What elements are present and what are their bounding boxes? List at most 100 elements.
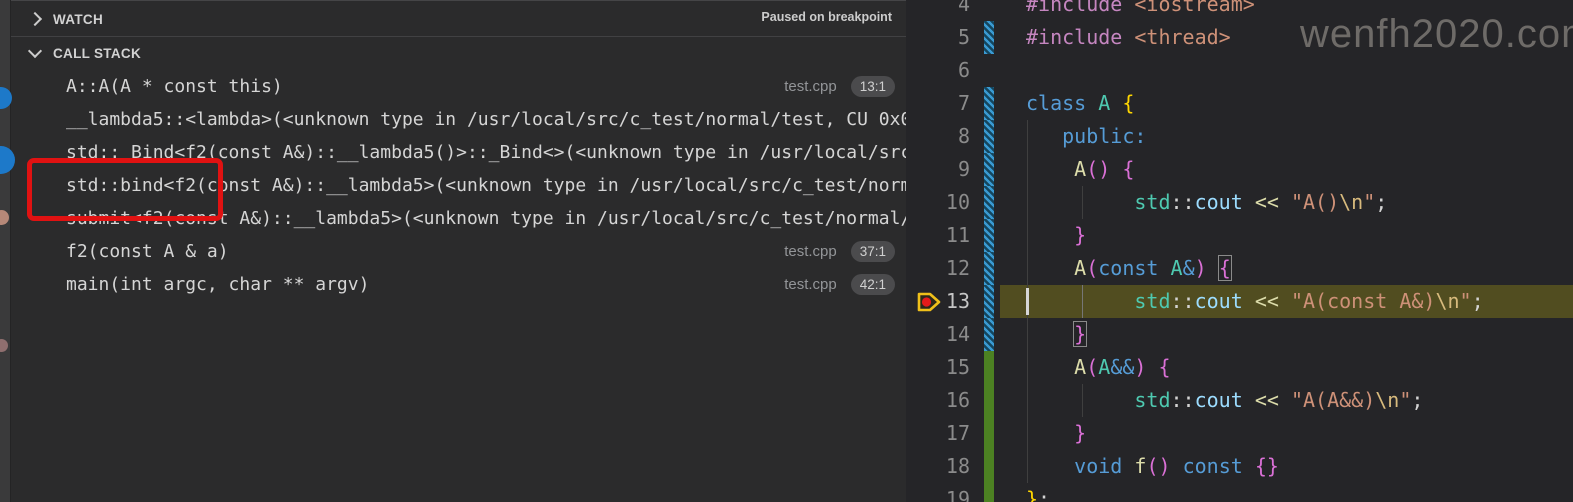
code-editor[interactable]: wenfh2020.com 4#include <iostream>5#incl… [906, 0, 1573, 502]
code-token: "A() [1291, 190, 1339, 214]
code-token [1026, 124, 1062, 148]
code-token: f [1134, 454, 1146, 478]
cropped-tan-icon [0, 339, 8, 352]
code-token: #include [1026, 0, 1122, 16]
code-token [1026, 322, 1074, 346]
frame-name: __lambda5::<lambda>(<unknown type in /us… [66, 103, 906, 136]
code-token: A [1074, 256, 1086, 280]
code-token: void [1074, 454, 1122, 478]
line-number[interactable]: 19 [906, 483, 970, 502]
code-token: std [1134, 289, 1170, 313]
gutter-change-marker-added [984, 351, 994, 384]
code-token [1243, 190, 1255, 214]
code-token: {} [1255, 454, 1279, 478]
line-number[interactable]: 6 [906, 54, 970, 87]
code-token [1026, 421, 1074, 445]
cropped-blue-icon [0, 87, 12, 109]
code-token: ( [1086, 355, 1098, 379]
chevron-down-icon [28, 44, 42, 58]
line-number[interactable]: 5 [906, 21, 970, 54]
frame-name: A::A(A * const this) [66, 70, 283, 103]
line-number[interactable]: 7 [906, 87, 970, 120]
call-stack-frame[interactable]: main(int argc, char ** argv)test.cpp42:1 [10, 268, 906, 301]
code-line[interactable]: } [1000, 318, 1573, 351]
code-token: <thread> [1134, 25, 1230, 49]
code-line[interactable]: std::cout << "A(A&&)\n"; [1000, 384, 1573, 417]
line-number[interactable]: 17 [906, 417, 970, 450]
line-number[interactable]: 12 [906, 252, 970, 285]
debug-breakpoint-hit-icon[interactable] [916, 290, 942, 319]
code-line[interactable]: } [1000, 219, 1573, 252]
frame-location-badge: 37:1 [851, 241, 895, 262]
code-line[interactable]: A(A&&) { [1000, 351, 1573, 384]
gutter-change-marker-modified [984, 219, 994, 252]
code-line[interactable]: class A { [1000, 87, 1573, 120]
code-line[interactable]: } [1000, 417, 1573, 450]
code-token [1122, 454, 1134, 478]
frame-location-badge: 42:1 [851, 274, 895, 295]
code-token: cout [1195, 289, 1243, 313]
call-stack-frame[interactable]: A::A(A * const this)test.cpp13:1 [10, 70, 906, 103]
code-token [1158, 256, 1170, 280]
vscode-debug-screenshot: WATCH CALL STACK Paused on breakpoint A:… [0, 0, 1573, 502]
gutter-change-marker-modified [984, 285, 994, 318]
code-token: std [1134, 388, 1170, 412]
code-token: #include [1026, 25, 1122, 49]
code-line[interactable]: }; [1000, 483, 1573, 502]
code-token: class [1026, 91, 1086, 115]
call-stack-section-header[interactable]: CALL STACK [10, 38, 906, 68]
code-token: A [1074, 157, 1086, 181]
line-number[interactable]: 15 [906, 351, 970, 384]
code-line[interactable]: public: [1000, 120, 1573, 153]
chevron-right-icon [28, 12, 42, 26]
line-number[interactable]: 10 [906, 186, 970, 219]
code-token: cout [1195, 388, 1243, 412]
code-token: " [1363, 190, 1375, 214]
code-line[interactable] [1000, 54, 1573, 87]
paused-status-badge: Paused on breakpoint [761, 10, 892, 24]
code-token: { [1159, 355, 1171, 379]
code-token: A [1074, 355, 1086, 379]
line-number[interactable]: 14 [906, 318, 970, 351]
gutter-change-marker-added [984, 417, 994, 450]
code-line[interactable]: void f() const {} [1000, 450, 1573, 483]
code-token: :: [1171, 289, 1195, 313]
code-token: A [1171, 256, 1183, 280]
code-token [1279, 388, 1291, 412]
code-token [1243, 454, 1255, 478]
gutter-change-marker-modified [984, 252, 994, 285]
line-number[interactable]: 8 [906, 120, 970, 153]
call-stack-frame[interactable]: __lambda5::<lambda>(<unknown type in /us… [10, 103, 906, 136]
gutter-change-marker-modified [984, 87, 994, 120]
code-token: { [1122, 91, 1134, 115]
code-token: :: [1171, 388, 1195, 412]
code-line[interactable]: std::cout << "A(const A&)\n"; [1000, 285, 1573, 318]
line-number[interactable]: 18 [906, 450, 970, 483]
code-line[interactable]: A() { [1000, 153, 1573, 186]
line-number[interactable]: 16 [906, 384, 970, 417]
code-line[interactable]: std::cout << "A()\n"; [1000, 186, 1573, 219]
code-token: const [1183, 454, 1243, 478]
code-token: " [1460, 289, 1472, 313]
line-number[interactable]: 4 [906, 0, 970, 21]
gutter-change-marker-modified [984, 153, 994, 186]
code-token: { [1219, 256, 1231, 280]
cropped-tan-icon [0, 210, 9, 225]
code-token [1026, 454, 1074, 478]
code-token: A [1098, 355, 1110, 379]
code-token: && [1110, 355, 1134, 379]
code-token [1243, 388, 1255, 412]
line-number[interactable]: 11 [906, 219, 970, 252]
frame-file: test.cpp [784, 70, 837, 103]
frame-name: f2(const A & a) [66, 235, 229, 268]
line-number[interactable]: 9 [906, 153, 970, 186]
code-token [1026, 388, 1134, 412]
code-token [1207, 256, 1219, 280]
code-token: \n [1375, 388, 1399, 412]
code-token: <iostream> [1134, 0, 1254, 16]
call-stack-frame[interactable]: f2(const A & a)test.cpp37:1 [10, 235, 906, 268]
code-line[interactable]: A(const A&) { [1000, 252, 1573, 285]
text-caret [1026, 288, 1029, 315]
code-token: () [1086, 157, 1110, 181]
gutter-change-marker-modified [984, 318, 994, 351]
